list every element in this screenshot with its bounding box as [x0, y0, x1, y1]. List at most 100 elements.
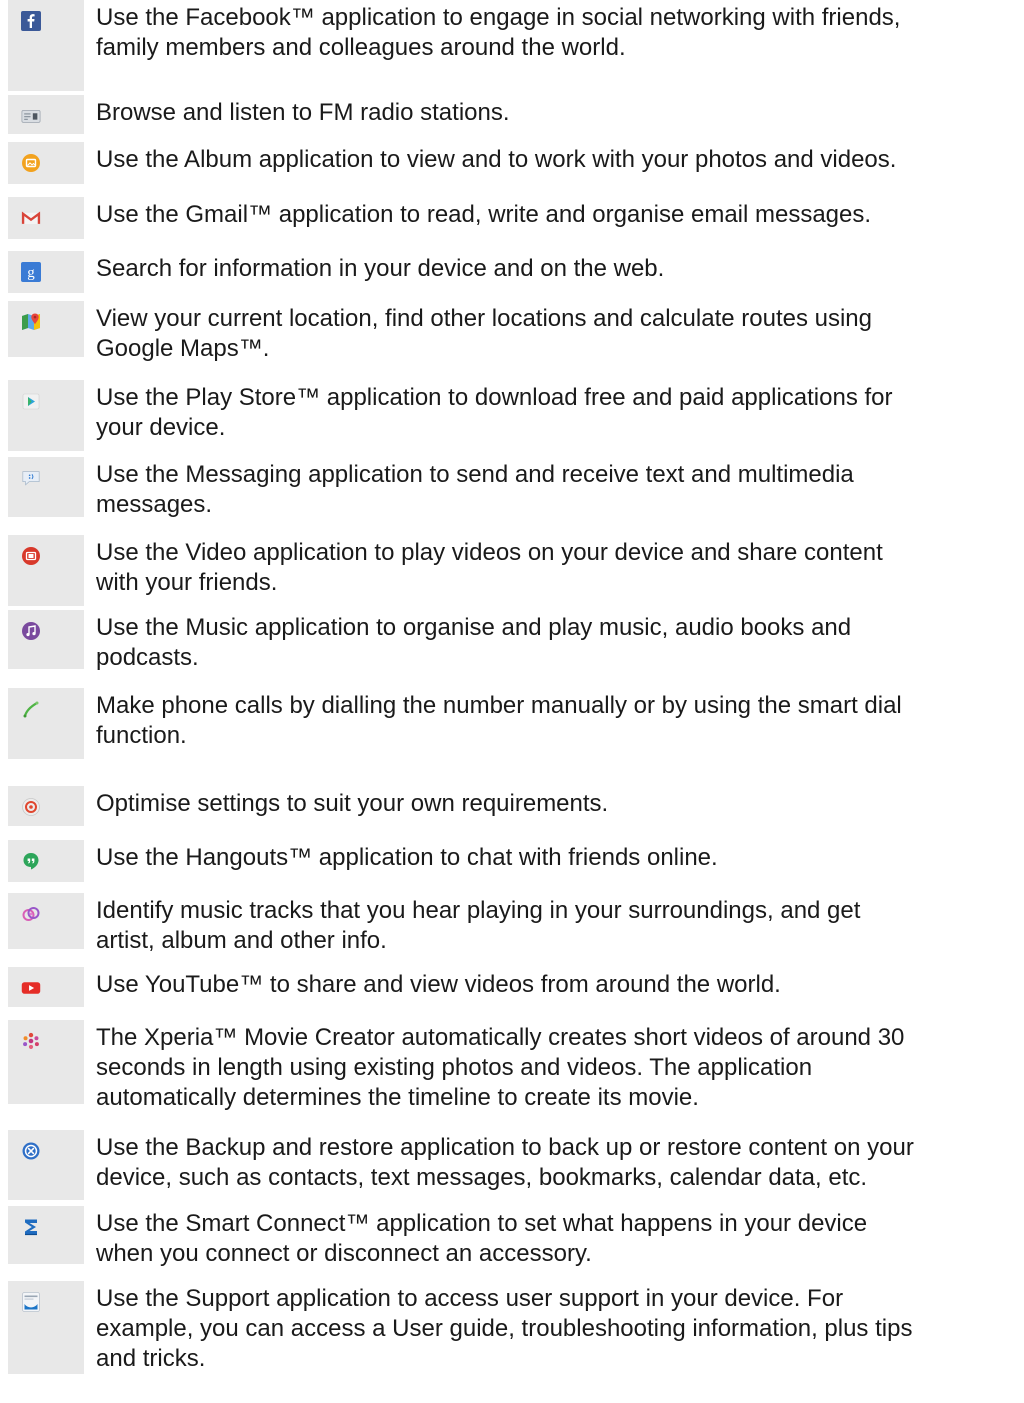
description-line: Use YouTube™ to share and view videos fr… [96, 971, 781, 998]
icon-cell [8, 0, 84, 91]
app-description: Use the Smart Connect™ application to se… [96, 1209, 1016, 1269]
description-line: Use the Support application to access us… [96, 1285, 844, 1312]
icon-cell [8, 1206, 84, 1264]
settings-icon [21, 797, 41, 817]
app-row: Use YouTube™ to share and view videos fr… [0, 967, 1024, 1007]
icon-cell [8, 688, 84, 759]
description-line: Use the Gmail™ application to read, writ… [96, 201, 872, 228]
app-row: Use the Hangouts™ application to chat wi… [0, 840, 1024, 882]
play-store-icon [21, 391, 41, 411]
fm-radio-icon [21, 106, 41, 126]
description-line: Use the Music application to organise an… [96, 614, 852, 641]
app-list-page: { "apps": [ {"icon": "facebook-icon", "t… [0, 0, 1024, 1403]
description-line: your device. [96, 414, 226, 441]
icon-cell [8, 1130, 84, 1200]
app-description: Use the Video application to play videos… [96, 538, 1016, 598]
app-row: Use the Music application to organise an… [0, 610, 1024, 671]
icon-cell [8, 301, 84, 357]
video-icon [21, 546, 41, 566]
svg-text:g: g [27, 265, 35, 281]
description-line: with your friends. [96, 569, 278, 596]
icon-cell [8, 535, 84, 606]
description-line: device, such as contacts, text messages,… [96, 1164, 868, 1191]
app-description: Use the Album application to view and to… [96, 145, 1016, 175]
icon-cell [8, 610, 84, 669]
app-row: Identify music tracks that you hear play… [0, 893, 1024, 954]
app-description: Use the Support application to access us… [96, 1284, 1016, 1374]
app-description: Use YouTube™ to share and view videos fr… [96, 970, 1016, 1000]
icon-cell: g [8, 251, 84, 293]
app-description: Use the Gmail™ application to read, writ… [96, 200, 1016, 230]
description-line: Use the Hangouts™ application to chat wi… [96, 844, 718, 871]
phone-icon [21, 699, 41, 719]
app-description: View your current location, find other l… [96, 304, 1016, 364]
icon-cell [8, 967, 84, 1007]
description-line: Use the Facebook™ application to engage … [96, 4, 901, 31]
icon-cell [8, 1281, 84, 1374]
app-row: Use the Support application to access us… [0, 1281, 1024, 1374]
smart-connect-icon [21, 1217, 41, 1237]
icon-cell [8, 893, 84, 949]
description-line: Use the Video application to play videos… [96, 539, 883, 566]
description-line: Identify music tracks that you hear play… [96, 897, 861, 924]
app-description: Search for information in your device an… [96, 254, 1016, 284]
app-row: Browse and listen to FM radio stations. [0, 95, 1024, 134]
description-line: Use the Messaging application to send an… [96, 461, 854, 488]
description-line: family members and colleagues around the… [96, 34, 626, 61]
backup-restore-icon [21, 1141, 41, 1161]
icon-cell [8, 786, 84, 826]
app-description: Use the Play Store™ application to downl… [96, 383, 1016, 443]
app-row: Use the Gmail™ application to read, writ… [0, 197, 1024, 239]
facebook-icon [21, 11, 41, 31]
description-line: Use the Play Store™ application to downl… [96, 384, 893, 411]
app-row: Use the Video application to play videos… [0, 535, 1024, 606]
hangouts-icon [21, 851, 41, 871]
app-row: Use the Backup and restore application t… [0, 1130, 1024, 1200]
app-description: Make phone calls by dialling the number … [96, 691, 1016, 751]
icon-cell [8, 840, 84, 882]
app-description: Optimise settings to suit your own requi… [96, 789, 1016, 819]
description-line: automatically determines the timeline to… [96, 1084, 699, 1111]
icon-cell [8, 197, 84, 239]
google-maps-icon [21, 312, 41, 332]
description-line: Optimise settings to suit your own requi… [96, 790, 609, 817]
icon-cell [8, 457, 84, 517]
google-search-icon: g [21, 262, 41, 282]
trackid-icon [21, 904, 41, 924]
youtube-icon [21, 978, 41, 998]
app-row: g Search for information in your device a… [0, 251, 1024, 293]
description-line: Browse and listen to FM radio stations. [96, 99, 510, 126]
app-description: The Xperia™ Movie Creator automatically … [96, 1023, 1016, 1113]
icon-cell [8, 380, 84, 451]
app-description: Use the Hangouts™ application to chat wi… [96, 843, 1016, 873]
description-line: function. [96, 722, 187, 749]
app-row: Make phone calls by dialling the number … [0, 688, 1024, 759]
description-line: when you connect or disconnect an access… [96, 1240, 592, 1267]
app-description: Use the Facebook™ application to engage … [96, 3, 1016, 63]
movie-creator-icon [21, 1031, 41, 1051]
gmail-icon [21, 208, 41, 228]
description-line: Google Maps™. [96, 335, 270, 362]
support-icon [21, 1292, 41, 1312]
description-line: Search for information in your device an… [96, 255, 665, 282]
icon-cell [8, 95, 84, 134]
app-description: Use the Backup and restore application t… [96, 1133, 1016, 1193]
description-line: View your current location, find other l… [96, 305, 873, 332]
description-line: messages. [96, 491, 213, 518]
app-row: Optimise settings to suit your own requi… [0, 786, 1024, 826]
app-description: Browse and listen to FM radio stations. [96, 98, 1016, 128]
app-row: Use the Messaging application to send an… [0, 457, 1024, 520]
description-line: seconds in length using existing photos … [96, 1054, 813, 1081]
app-row: The Xperia™ Movie Creator automatically … [0, 1020, 1024, 1111]
icon-cell [8, 1020, 84, 1104]
app-description: Use the Messaging application to send an… [96, 460, 1016, 520]
app-row: View your current location, find other l… [0, 301, 1024, 362]
app-description: Identify music tracks that you hear play… [96, 896, 1016, 956]
description-line: podcasts. [96, 644, 199, 671]
messaging-icon [21, 468, 41, 488]
music-icon [21, 621, 41, 641]
description-line: example, you can access a User guide, tr… [96, 1315, 913, 1342]
description-line: Use the Album application to view and to… [96, 146, 897, 173]
album-icon [21, 153, 41, 173]
description-line: Make phone calls by dialling the number … [96, 692, 902, 719]
